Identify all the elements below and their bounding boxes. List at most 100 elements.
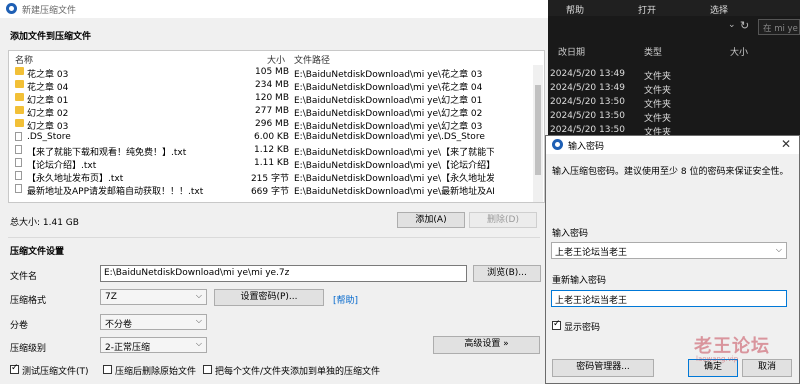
format-label: 压缩格式 bbox=[10, 296, 47, 306]
password-dialog: 输入密码 ✕ 输入压缩包密码。建议使用至少 8 位的密码来保证安全性。 输入密码… bbox=[545, 135, 800, 384]
file-size: 1.12 KB bbox=[254, 145, 289, 155]
close-icon[interactable]: ✕ bbox=[781, 137, 791, 151]
file-row[interactable]: 最新地址及APP请发邮箱自动获取！！！.txt 669 字节 E:\BaiduNet… bbox=[9, 183, 544, 197]
divider bbox=[8, 237, 540, 238]
column-size[interactable]: 大小 bbox=[267, 53, 285, 66]
file-row[interactable]: 花之章 03 105 MB E:\BaiduNetdiskDownload\mi y… bbox=[9, 66, 544, 80]
app-icon bbox=[552, 139, 563, 150]
password-value: 上老王论坛当老王 bbox=[555, 248, 628, 258]
level-label: 压缩级别 bbox=[10, 344, 47, 354]
chevron-down-icon: ⌵ bbox=[195, 316, 202, 325]
separate-archives-label[interactable]: 把每个文件/文件夹添加到单独的压缩文件 bbox=[215, 364, 380, 377]
filename-value: E:\BaiduNetdiskDownload\mi ye\mi ye.7z bbox=[104, 268, 290, 278]
file-row[interactable]: 【论坛介绍】.txt 1.11 KB E:\BaiduNetdiskDownload… bbox=[9, 157, 544, 171]
column-modified[interactable]: 改日期 bbox=[558, 45, 585, 58]
cancel-button[interactable]: 取消 bbox=[742, 359, 792, 377]
file-list-scrollbar[interactable] bbox=[533, 65, 543, 202]
watermark-sub: laowang.vip bbox=[696, 355, 739, 363]
refresh-icon[interactable]: ↻ bbox=[740, 19, 749, 32]
column-path[interactable]: 文件路径 bbox=[294, 53, 330, 66]
window-title: 新建压缩文件 bbox=[22, 6, 77, 16]
add-section-title: 添加文件到压缩文件 bbox=[10, 32, 92, 42]
row-date: 2024/5/20 13:50 bbox=[550, 97, 625, 107]
chevron-down-icon[interactable]: ⌄ bbox=[728, 20, 736, 30]
format-value: 7Z bbox=[105, 292, 117, 302]
file-row[interactable]: .DS_Store 6.00 KB E:\BaiduNetdiskDownload\… bbox=[9, 131, 544, 144]
file-icon bbox=[15, 132, 22, 141]
file-row[interactable]: 幻之章 02 277 MB E:\BaiduNetdiskDownload\mi y… bbox=[9, 105, 544, 119]
file-path: E:\BaiduNetdiskDownload\mi ye\最新地址及AP... bbox=[294, 187, 494, 197]
password-manager-button[interactable]: 密码管理器... bbox=[552, 359, 654, 377]
password-field[interactable]: 上老王论坛当老王 ⌵ bbox=[551, 242, 787, 259]
app-icon bbox=[6, 3, 17, 14]
scrollbar-thumb[interactable] bbox=[535, 85, 541, 175]
explorer-menu-bar: 帮助 打开 选择 bbox=[548, 0, 800, 16]
browse-button[interactable]: 浏览(B)... bbox=[473, 265, 541, 282]
column-type[interactable]: 类型 bbox=[644, 45, 662, 58]
explorer-toolbar: ⌄ ↻ 在 mi ye bbox=[548, 18, 800, 38]
chevron-down-icon[interactable]: ⌵ bbox=[776, 245, 782, 255]
password-dialog-title-bar: 输入密码 ✕ bbox=[546, 136, 799, 154]
level-value: 2-正常压缩 bbox=[105, 343, 150, 353]
level-select[interactable]: 2-正常压缩 ⌵ bbox=[100, 337, 207, 353]
file-icon bbox=[15, 171, 22, 180]
password-label: 输入密码 bbox=[552, 229, 589, 239]
file-path: E:\BaiduNetdiskDownload\mi ye\.DS_Store bbox=[294, 132, 485, 142]
title-bar: 新建压缩文件 bbox=[0, 0, 548, 18]
file-list[interactable]: 名称 大小 文件路径 花之章 03 105 MB E:\BaiduNetdiskDo… bbox=[8, 50, 545, 203]
file-size: 6.00 KB bbox=[254, 132, 289, 142]
row-date: 2024/5/20 13:50 bbox=[550, 111, 625, 121]
explorer-search-input[interactable]: 在 mi ye bbox=[758, 19, 800, 35]
show-password-label[interactable]: 显示密码 bbox=[564, 320, 600, 333]
file-row[interactable]: 花之章 04 234 MB E:\BaiduNetdiskDownload\mi y… bbox=[9, 79, 544, 93]
file-row[interactable]: 幻之章 01 120 MB E:\BaiduNetdiskDownload\mi y… bbox=[9, 92, 544, 106]
file-name: 最新地址及APP请发邮箱自动获取！！！.txt bbox=[27, 187, 204, 197]
test-archive-label[interactable]: 测试压缩文件(T) bbox=[22, 364, 89, 377]
menu-help[interactable]: 帮助 bbox=[566, 3, 584, 16]
chevron-down-icon: ⌵ bbox=[195, 291, 202, 300]
row-date: 2024/5/20 13:50 bbox=[550, 125, 625, 135]
split-select[interactable]: 不分卷 ⌵ bbox=[100, 314, 207, 330]
advanced-settings-button[interactable]: 高级设置 » bbox=[433, 336, 540, 354]
file-size: 105 MB bbox=[255, 67, 289, 77]
split-label: 分卷 bbox=[10, 321, 29, 331]
add-button[interactable]: 添加(A) bbox=[397, 212, 465, 228]
folder-icon bbox=[15, 67, 24, 75]
file-size: 669 字节 bbox=[250, 187, 289, 197]
explorer-column-header: 改日期 类型 大小 bbox=[548, 42, 800, 58]
settings-section-title: 压缩文件设置 bbox=[10, 247, 65, 257]
filename-label: 文件名 bbox=[10, 272, 38, 282]
file-size: 1.11 KB bbox=[254, 158, 289, 168]
menu-select[interactable]: 选择 bbox=[710, 3, 728, 16]
file-row[interactable]: 【永久地址发布页】.txt 215 字节 E:\BaiduNetdiskDownlo… bbox=[9, 170, 544, 184]
format-select[interactable]: 7Z ⌵ bbox=[100, 289, 207, 305]
row-date: 2024/5/20 13:49 bbox=[550, 69, 625, 79]
search-placeholder: 在 mi ye bbox=[763, 24, 798, 34]
test-archive-checkbox[interactable] bbox=[10, 363, 19, 374]
folder-icon bbox=[15, 93, 24, 101]
file-icon bbox=[15, 158, 22, 167]
delete-original-checkbox[interactable] bbox=[103, 365, 112, 374]
confirm-password-field[interactable]: 上老王论坛当老王 bbox=[551, 290, 787, 307]
set-password-button[interactable]: 设置密码(P)... bbox=[214, 289, 324, 306]
delete-original-label[interactable]: 压缩后删除原始文件 bbox=[115, 364, 196, 377]
filename-field[interactable]: E:\BaiduNetdiskDownload\mi ye\mi ye.7z bbox=[100, 265, 467, 282]
file-size: 296 MB bbox=[255, 119, 289, 129]
file-size: 277 MB bbox=[255, 106, 289, 116]
column-name[interactable]: 名称 bbox=[15, 53, 33, 66]
column-size[interactable]: 大小 bbox=[730, 45, 748, 58]
new-archive-dialog: 新建压缩文件 添加文件到压缩文件 名称 大小 文件路径 花之章 03 105 MB… bbox=[0, 0, 548, 384]
file-list-header: 名称 大小 文件路径 bbox=[9, 51, 544, 66]
delete-button[interactable]: 删除(D) bbox=[469, 212, 537, 228]
chevron-down-icon: ⌵ bbox=[195, 339, 202, 348]
menu-open[interactable]: 打开 bbox=[638, 3, 656, 16]
total-size: 总大小: 1.41 GB bbox=[10, 218, 79, 228]
password-dialog-title: 输入密码 bbox=[568, 142, 605, 152]
file-size: 120 MB bbox=[255, 93, 289, 103]
help-link[interactable]: [帮助] bbox=[333, 293, 358, 306]
file-row[interactable]: 【来了就能下载和观看！纯免费！】.txt 1.12 KB E:\BaiduNetdi… bbox=[9, 144, 544, 158]
separate-archives-checkbox[interactable] bbox=[203, 365, 212, 374]
folder-icon bbox=[15, 119, 24, 127]
file-row[interactable]: 幻之章 03 296 MB E:\BaiduNetdiskDownload\mi y… bbox=[9, 118, 544, 132]
show-password-checkbox[interactable] bbox=[552, 319, 561, 330]
